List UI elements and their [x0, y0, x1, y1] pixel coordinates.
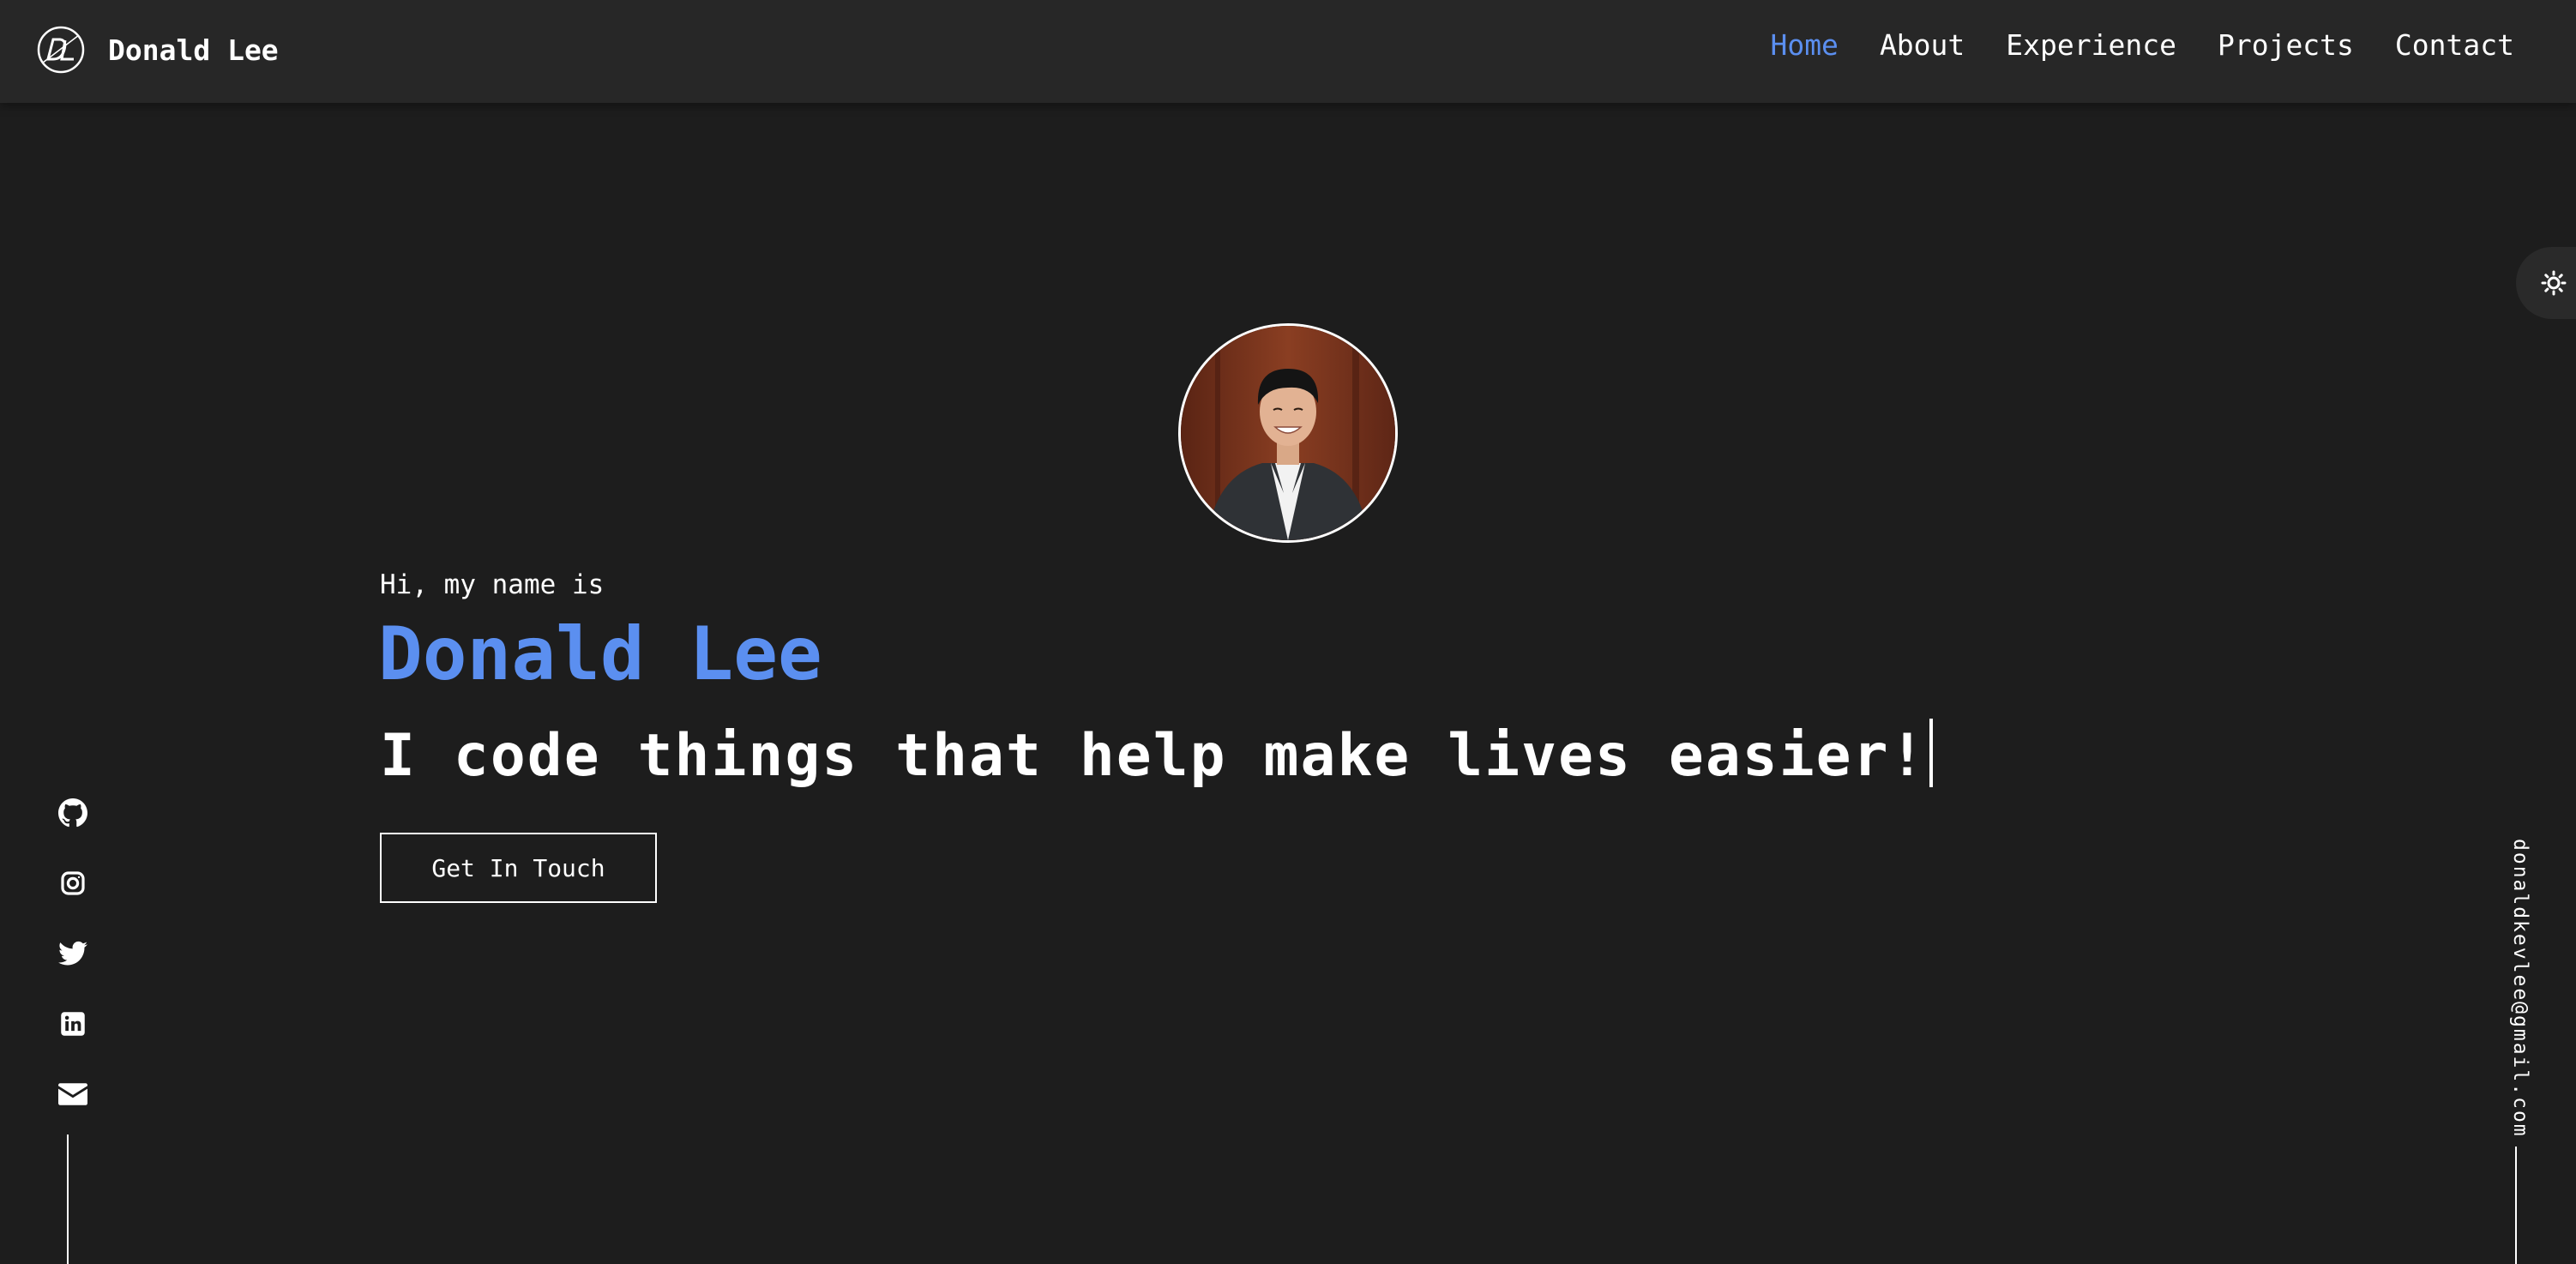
- get-in-touch-button[interactable]: Get In Touch: [380, 833, 657, 903]
- right-rail-line: [2515, 1147, 2517, 1264]
- typing-caret: [1929, 719, 1934, 787]
- nav-item-about[interactable]: About: [1880, 28, 1965, 62]
- nav-item-home[interactable]: Home: [1770, 28, 1838, 62]
- nav-item-projects[interactable]: Projects: [2218, 28, 2354, 62]
- twitter-icon[interactable]: [57, 938, 88, 969]
- dl-monogram-logo: [37, 26, 85, 74]
- left-rail-line: [67, 1135, 69, 1264]
- greeting-text: Hi, my name is: [380, 569, 605, 600]
- nav-item-contact[interactable]: Contact: [2395, 28, 2514, 62]
- hero-name: Donald Lee: [378, 611, 822, 697]
- email-rail: donaldkevlee@gmail.com: [2502, 839, 2533, 1138]
- github-icon[interactable]: [57, 798, 88, 828]
- tagline-text: I code things that help make lives easie…: [380, 722, 1927, 790]
- mail-icon[interactable]: [57, 1079, 88, 1110]
- email-link[interactable]: donaldkevlee@gmail.com: [2509, 839, 2531, 1138]
- social-links: [53, 798, 93, 1110]
- profile-photo: [1181, 326, 1395, 540]
- nav-item-experience[interactable]: Experience: [2006, 28, 2176, 62]
- brand[interactable]: Donald Lee: [36, 24, 279, 75]
- avatar: [1178, 323, 1398, 543]
- top-navbar: Donald Lee Home About Experience Project…: [0, 0, 2576, 103]
- instagram-icon[interactable]: [57, 868, 88, 899]
- linkedin-icon[interactable]: [57, 1008, 88, 1039]
- brand-name[interactable]: Donald Lee: [108, 33, 279, 67]
- sun-icon: [2541, 270, 2567, 296]
- theme-toggle-button[interactable]: [2516, 247, 2576, 319]
- main-nav: Home About Experience Projects Contact: [1770, 26, 2514, 63]
- tagline: I code things that help make lives easie…: [380, 719, 1934, 790]
